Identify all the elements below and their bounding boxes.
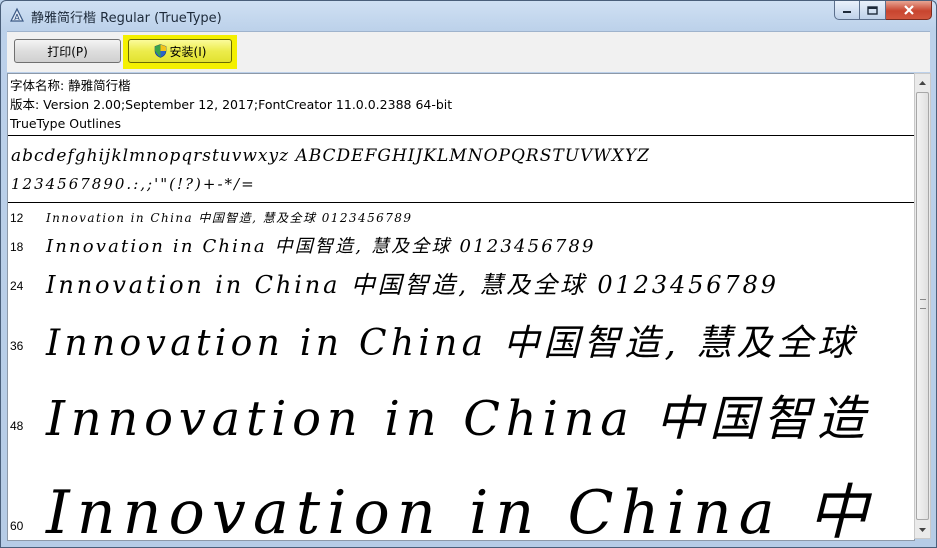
font-app-icon: A xyxy=(10,7,24,22)
print-button[interactable]: 打印(P) xyxy=(14,39,121,63)
sample-text: Innovation in China 中国智造, 慧及全球 012345678… xyxy=(46,211,413,225)
svg-text:A: A xyxy=(14,13,20,22)
sample-text: Innovation in China 中国智造, 慧及全球 012345678… xyxy=(46,271,779,299)
sample-text: Innovation in China 中国智造 xyxy=(46,391,871,447)
window-title: 静雅简行楷 Regular (TrueType) xyxy=(31,11,222,26)
grip-icon xyxy=(920,299,926,309)
size-label: 24 xyxy=(10,279,24,293)
install-highlight: 安装(I) xyxy=(123,35,237,69)
close-button[interactable] xyxy=(886,1,932,20)
charset-letters: abcdefghijklmnopqrstuvwxyz ABCDEFGHIJKLM… xyxy=(11,146,650,166)
scroll-down-button[interactable] xyxy=(915,521,930,538)
install-button[interactable]: 安装(I) xyxy=(128,39,232,63)
sample-text: Innovation in China 中 xyxy=(46,478,876,541)
minimize-icon xyxy=(843,11,851,13)
size-label: 18 xyxy=(10,240,24,254)
font-version: 版本: Version 2.00;September 12, 2017;Font… xyxy=(10,97,453,112)
shield-icon xyxy=(154,44,166,58)
chevron-down-icon xyxy=(919,527,926,532)
font-viewer-window: A 静雅简行楷 Regular (TrueType) 打印(P) 安装(I) 字… xyxy=(0,0,937,548)
toolbar: 打印(P) 安装(I) xyxy=(7,31,930,72)
maximize-button[interactable] xyxy=(860,1,886,20)
divider xyxy=(8,135,914,136)
size-label: 36 xyxy=(10,339,24,353)
sample-text: Innovation in China 中国智造, 慧及全球 xyxy=(46,323,858,364)
scroll-up-button[interactable] xyxy=(915,74,930,91)
charset-digits: 1234567890.:,;'"(!?)+-*/= xyxy=(11,175,256,193)
minimize-button[interactable] xyxy=(834,1,860,20)
font-outline-type: TrueType Outlines xyxy=(10,116,121,131)
maximize-icon xyxy=(867,5,878,15)
size-label: 48 xyxy=(10,419,24,433)
font-info: 字体名称: 静雅简行楷 版本: Version 2.00;September 1… xyxy=(10,76,452,133)
font-name: 字体名称: 静雅简行楷 xyxy=(10,78,131,93)
scroll-thumb[interactable] xyxy=(916,92,929,520)
vertical-scrollbar[interactable] xyxy=(914,73,931,539)
font-preview-pane[interactable]: 字体名称: 静雅简行楷 版本: Version 2.00;September 1… xyxy=(7,73,915,541)
divider xyxy=(8,202,914,203)
size-label: 12 xyxy=(10,211,24,225)
title-bar[interactable]: A 静雅简行楷 Regular (TrueType) xyxy=(1,1,936,29)
sample-text: Innovation in China 中国智造, 慧及全球 012345678… xyxy=(46,236,596,257)
print-button-label: 打印(P) xyxy=(47,44,88,59)
install-button-label: 安装(I) xyxy=(169,44,207,59)
close-icon xyxy=(903,5,914,15)
size-label: 60 xyxy=(10,519,24,533)
chevron-up-icon xyxy=(919,80,926,85)
